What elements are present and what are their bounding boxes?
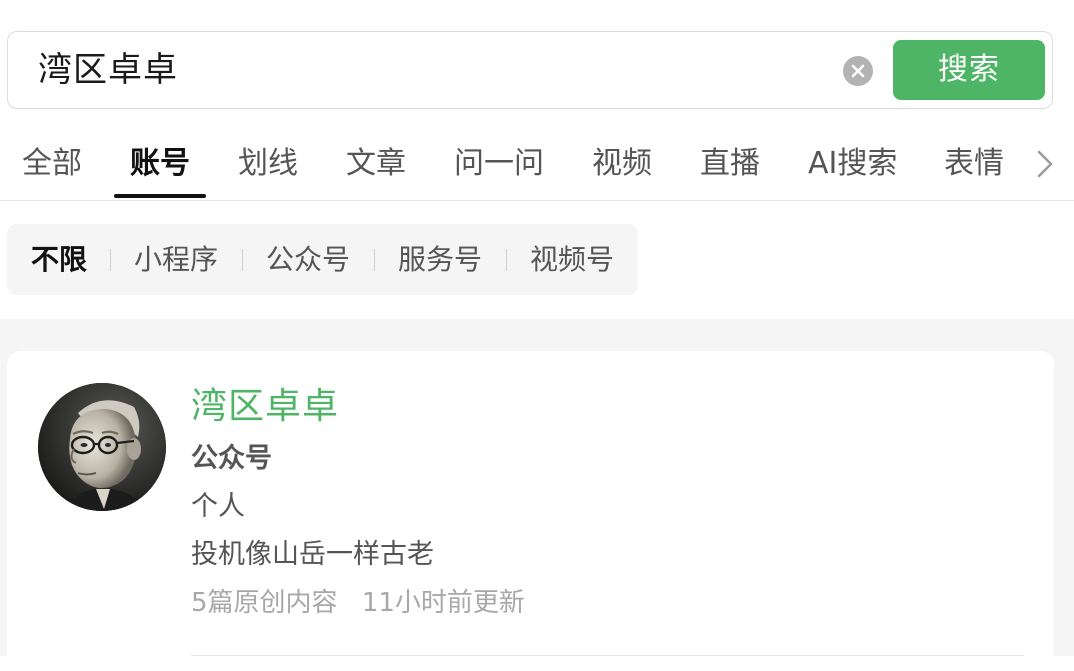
- filter-divider: [242, 249, 243, 271]
- last-updated: 11小时前更新: [361, 588, 525, 618]
- search-input[interactable]: 湾区卓卓: [38, 50, 178, 90]
- original-content-count: 5篇原创内容: [191, 588, 338, 618]
- tab-videos[interactable]: 视频: [592, 144, 652, 184]
- tab-ask[interactable]: 问一问: [454, 144, 544, 184]
- search-category-tabs: 全部 账号 划线 文章 问一问 视频 直播 AI搜索 表情: [0, 130, 1074, 201]
- account-type-label: 公众号: [191, 443, 272, 474]
- tab-stickers[interactable]: 表情: [944, 144, 1004, 184]
- account-result-card[interactable]: 湾区卓卓 公众号 个人 投机像山岳一样古老 5篇原创内容 11小时前更新: [7, 351, 1054, 671]
- tab-all[interactable]: 全部: [22, 144, 82, 184]
- filter-divider: [506, 249, 507, 271]
- filter-all[interactable]: 不限: [31, 241, 87, 279]
- filter-channels[interactable]: 视频号: [530, 241, 614, 279]
- clear-icon[interactable]: [843, 56, 873, 86]
- filter-service-account[interactable]: 服务号: [398, 241, 482, 279]
- tab-accounts[interactable]: 账号: [130, 144, 190, 184]
- filter-divider: [374, 249, 375, 271]
- tab-highlights[interactable]: 划线: [238, 144, 298, 184]
- search-button[interactable]: 搜索: [893, 40, 1045, 100]
- filter-divider: [110, 249, 111, 271]
- filter-mini-program[interactable]: 小程序: [134, 241, 218, 279]
- tab-ai-search[interactable]: AI搜索: [808, 144, 897, 184]
- avatar[interactable]: [38, 383, 166, 511]
- results-area: 湾区卓卓 公众号 个人 投机像山岳一样古老 5篇原创内容 11小时前更新: [0, 319, 1074, 671]
- chevron-right-icon[interactable]: [1034, 148, 1056, 184]
- account-description: 投机像山岳一样古老: [191, 539, 434, 570]
- account-verification-label: 个人: [191, 491, 245, 522]
- account-type-filter: 不限 小程序 公众号 服务号 视频号: [7, 224, 638, 295]
- tab-live[interactable]: 直播: [700, 144, 760, 184]
- filter-official-account[interactable]: 公众号: [266, 241, 350, 279]
- account-meta: 5篇原创内容 11小时前更新: [191, 585, 525, 621]
- search-box[interactable]: 湾区卓卓 搜索: [7, 31, 1053, 109]
- active-tab-indicator: [114, 194, 206, 198]
- account-name[interactable]: 湾区卓卓: [191, 385, 339, 429]
- tab-articles[interactable]: 文章: [346, 144, 406, 184]
